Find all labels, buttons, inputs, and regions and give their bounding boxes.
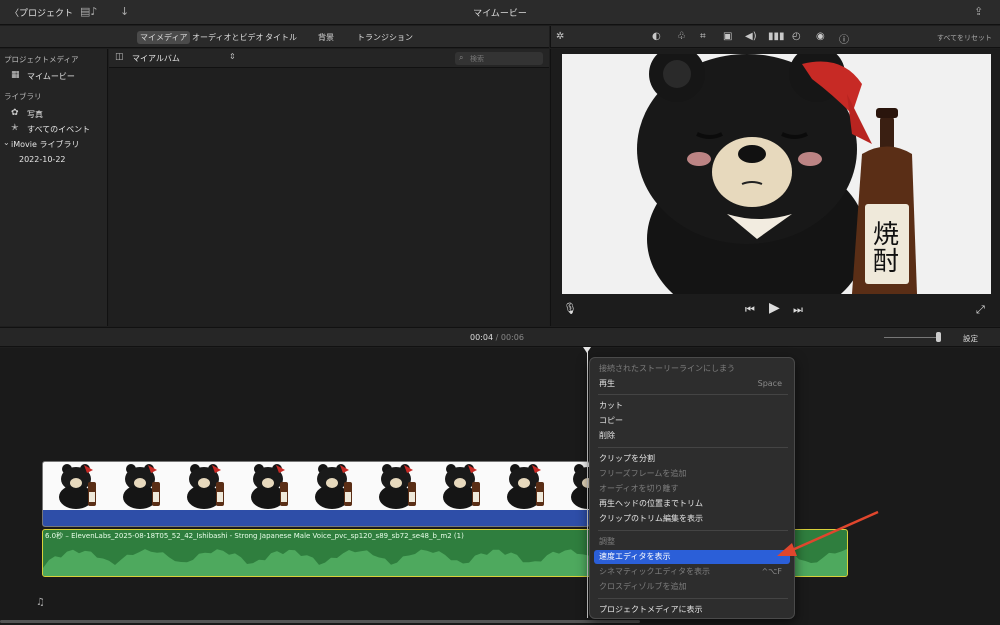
tab-my-media[interactable]: マイメディア (137, 31, 191, 44)
film-icon: ▦ (11, 70, 20, 80)
skip-back-icon[interactable]: ⏮ (745, 303, 755, 317)
album-select[interactable]: マイアルバム (132, 53, 180, 64)
menu-item-show-speed-editor[interactable]: 速度エディタを表示 (594, 550, 790, 564)
menu-item-show-cinematic-editor: シネマティックエディタを表示 ^⌥F (594, 565, 790, 579)
horizontal-scrollbar[interactable] (0, 620, 640, 623)
clip-thumbnail (251, 464, 288, 509)
sidebar-item-imovie-library[interactable]: iMovie ライブラリ (11, 139, 79, 150)
reset-all-button[interactable]: すべてをリセット (937, 33, 992, 43)
crop-icon[interactable]: ⌗ (700, 31, 706, 42)
menu-item-reveal-in-project-media[interactable]: プロジェクトメディアに表示 (594, 603, 790, 617)
chevron-down-icon[interactable]: ⌄ (3, 138, 10, 147)
magic-wand-icon[interactable]: ✲ (556, 31, 564, 42)
skip-forward-icon[interactable]: ⏭ (793, 303, 803, 317)
timeline-header: 00:04 / 00:06 設定 (0, 327, 1000, 347)
media-tabs-bar: マイメディア オーディオとビデオ タイトル 背景 トランジション (0, 26, 549, 48)
speed-icon[interactable]: ◴ (792, 31, 801, 42)
project-media-heading: プロジェクトメディア (4, 55, 79, 64)
shortcut-cinematic: ^⌥F (761, 567, 782, 576)
color-correction-icon[interactable]: ♧ (677, 31, 686, 42)
info-icon[interactable]: ⓘ (839, 31, 849, 46)
menu-item-trim-to-playhead[interactable]: 再生ヘッドの位置までトリム (594, 497, 790, 511)
clip-thumbnail (315, 464, 352, 509)
menu-item-store-storyline: 接続されたストーリーラインにしまう (599, 364, 735, 373)
volume-icon[interactable]: ◀) (745, 31, 757, 42)
time-separator: / (495, 333, 499, 342)
clip-filmstrip (59, 464, 589, 509)
bear-mascot-image (562, 54, 991, 294)
library-sidebar: プロジェクトメディア ▦ マイムービー ライブラリ ✿ 写真 ✭ すべてのイベン… (0, 49, 108, 326)
sidebar-item-photos[interactable]: 写真 (27, 109, 43, 120)
clip-filter-icon[interactable]: ◉ (816, 31, 825, 42)
video-clip[interactable] (42, 461, 590, 527)
sidebar-toggle-icon[interactable]: ◫ (115, 52, 124, 62)
color-balance-icon[interactable]: ◐ (652, 31, 661, 42)
viewer-toolbar: ✲ ◐ ♧ ⌗ ▣ ◀) ▮▮▮ ◴ ◉ ⓘ すべてをリセット (550, 26, 1000, 48)
music-note-icon: ♫ (36, 597, 45, 608)
tab-backgrounds[interactable]: 背景 (315, 31, 337, 44)
menu-item-play[interactable]: 再生 Space (594, 377, 790, 391)
sidebar-item-my-movie[interactable]: マイムービー (27, 71, 75, 82)
microphone-icon[interactable]: 🎙 (563, 302, 577, 315)
media-browser: ◫ マイアルバム ⇕ ⌕ 検索 (109, 49, 549, 326)
menu-item-copy[interactable]: コピー (594, 414, 790, 428)
clip-thumbnail (187, 464, 224, 509)
menu-separator (598, 447, 788, 448)
current-time: 00:04 (470, 333, 494, 342)
fullscreen-icon[interactable]: ⤢ (976, 303, 985, 317)
sidebar-item-all-events[interactable]: すべてのイベント (27, 124, 90, 135)
clip-thumbnail (507, 464, 544, 509)
menu-separator (598, 598, 788, 599)
menu-item-split-clip[interactable]: クリップを分割 (594, 452, 790, 466)
search-placeholder: 検索 (470, 55, 484, 63)
menu-separator (598, 394, 788, 395)
window-title: マイムービー (473, 9, 527, 19)
equalizer-icon[interactable]: ▮▮▮ (768, 31, 785, 42)
menu-item-detach-audio: オーディオを切り離す (599, 484, 679, 493)
menu-item-add-cross-dissolve: クロスディゾルブを追加 (599, 582, 687, 591)
preview-frame: 焼酎 (562, 54, 991, 294)
clip-thumbnail (123, 464, 160, 509)
menu-item-show-clip-trimmer[interactable]: クリップのトリム編集を表示 (594, 512, 790, 526)
viewer-panel: 焼酎 🎙 ⏮ ▶ ⏭ ⤢ (550, 49, 1000, 326)
library-heading: ライブラリ (4, 92, 42, 101)
menu-item-delete[interactable]: 削除 (594, 429, 790, 443)
search-icon: ⌕ (459, 53, 464, 62)
title-bar: 〈プロジェクト ▤♪ ↓ マイムービー ⇪ (0, 0, 1000, 25)
timeline-settings-button[interactable]: 設定 (963, 333, 978, 344)
browser-toolbar: ◫ マイアルバム ⇕ ⌕ 検索 (109, 49, 549, 68)
context-menu: 接続されたストーリーラインにしまう 再生 Space カット コピー 削除 クリッ… (589, 357, 795, 619)
chevron-updown-icon[interactable]: ⇕ (229, 52, 236, 61)
clip-audio-band (43, 510, 589, 526)
timeline: 6.0秒 – ElevenLabs_2025-08-18T05_52_42_Is… (0, 347, 1000, 625)
menu-separator (598, 530, 788, 531)
menu-section-adjust: 調整 (599, 537, 615, 546)
search-input[interactable]: ⌕ 検索 (455, 52, 543, 65)
timecode: 00:04 / 00:06 (470, 333, 524, 342)
playhead[interactable] (587, 348, 588, 618)
zoom-slider-track[interactable] (884, 337, 940, 338)
menu-item-cut[interactable]: カット (594, 399, 790, 413)
clip-thumbnail (59, 464, 96, 509)
tab-audio-video[interactable]: オーディオとビデオ (189, 31, 266, 44)
tab-transitions[interactable]: トランジション (354, 31, 416, 44)
zoom-slider-knob[interactable] (936, 332, 941, 342)
star-icon: ✭ (11, 123, 19, 133)
tab-titles[interactable]: タイトル (262, 31, 300, 44)
menu-item-freeze-frame: フリーズフレームを追加 (599, 469, 687, 478)
share-icon[interactable]: ⇪ (974, 5, 983, 18)
clip-thumbnail (443, 464, 480, 509)
sidebar-item-event-date[interactable]: 2022-10-22 (19, 155, 66, 164)
shortcut-play: Space (757, 379, 782, 388)
clip-thumbnail (379, 464, 416, 509)
play-icon[interactable]: ▶ (769, 300, 780, 316)
total-duration: 00:06 (500, 333, 524, 342)
bottle-label-text: 焼酎 (873, 220, 900, 277)
photos-icon: ✿ (11, 108, 19, 118)
stabilization-icon[interactable]: ▣ (723, 31, 732, 42)
